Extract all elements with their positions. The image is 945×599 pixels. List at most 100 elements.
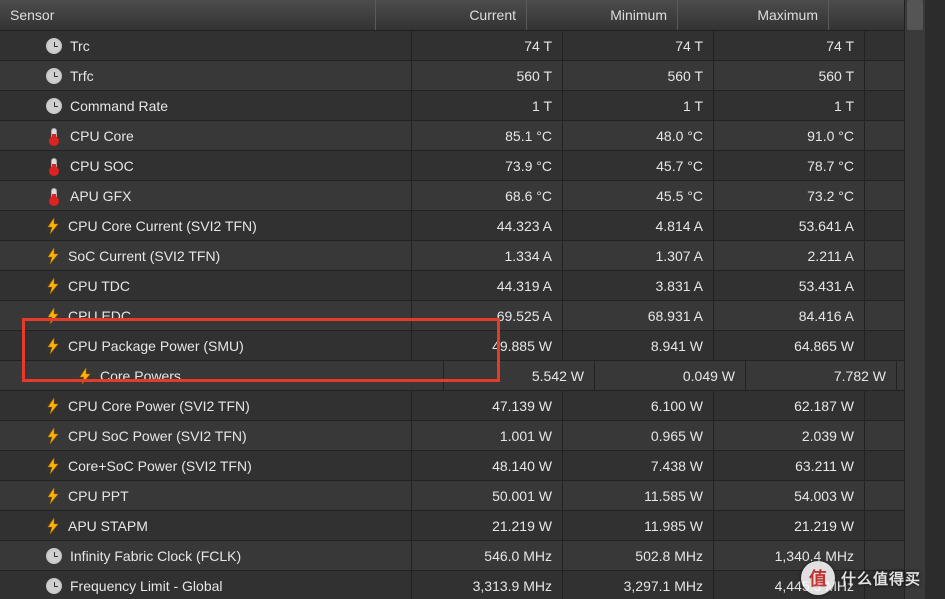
- cell-sensor: SoC Current (SVI2 TFN): [0, 241, 412, 270]
- cell-current: 546.0 MHz: [412, 541, 563, 570]
- bolt-icon: [46, 458, 60, 474]
- cell-maximum: 78.7 °C: [714, 151, 865, 180]
- cell-sensor: CPU SOC: [0, 151, 412, 180]
- cell-minimum: 8.941 W: [563, 331, 714, 360]
- cell-sensor: CPU SoC Power (SVI2 TFN): [0, 421, 412, 450]
- clock-icon: [46, 98, 62, 114]
- vertical-scrollbar[interactable]: [904, 0, 925, 599]
- table-row[interactable]: CPU Core Power (SVI2 TFN)47.139 W6.100 W…: [0, 391, 925, 421]
- table-row[interactable]: Core Powers5.542 W0.049 W7.782 W5.678 W: [0, 361, 925, 391]
- cell-maximum: 73.2 °C: [714, 181, 865, 210]
- table-row[interactable]: CPU PPT50.001 W11.585 W54.003 W50.091 W: [0, 481, 925, 511]
- bolt-icon: [46, 338, 60, 354]
- cell-current: 560 T: [412, 61, 563, 90]
- table-row[interactable]: Infinity Fabric Clock (FCLK)546.0 MHz502…: [0, 541, 925, 571]
- cell-current: 49.885 W: [412, 331, 563, 360]
- bolt-icon: [46, 428, 60, 444]
- table-row[interactable]: CPU TDC44.319 A3.831 A53.431 A44.632 A: [0, 271, 925, 301]
- sensor-label: Trc: [70, 38, 90, 54]
- table-row[interactable]: APU STAPM21.219 W11.985 W21.219 W16.927 …: [0, 511, 925, 541]
- cell-sensor: CPU Core Power (SVI2 TFN): [0, 391, 412, 420]
- sensor-label: CPU Package Power (SMU): [68, 338, 244, 354]
- cell-sensor: Trc: [0, 31, 412, 60]
- thermometer-icon: [51, 188, 57, 204]
- cell-sensor: CPU Core: [0, 121, 412, 150]
- cell-maximum: 74 T: [714, 31, 865, 60]
- cell-sensor: CPU Core Current (SVI2 TFN): [0, 211, 412, 240]
- cell-maximum: 91.0 °C: [714, 121, 865, 150]
- table-row[interactable]: Frequency Limit - Global 3,313.9 MHz3,297…: [0, 571, 925, 599]
- clock-icon: [46, 68, 62, 84]
- header-sensor[interactable]: Sensor: [0, 0, 376, 30]
- table-row[interactable]: CPU SOC73.9 °C45.7 °C78.7 °C74.3 °C: [0, 151, 925, 181]
- cell-minimum: 3,297.1 MHz: [563, 571, 714, 599]
- header-minimum[interactable]: Minimum: [527, 0, 678, 30]
- sensor-label: CPU SOC: [70, 158, 134, 174]
- cell-minimum: 3.831 A: [563, 271, 714, 300]
- cell-current: 73.9 °C: [412, 151, 563, 180]
- table-row[interactable]: SoC Current (SVI2 TFN)1.334 A1.307 A2.21…: [0, 241, 925, 271]
- cell-current: 85.1 °C: [412, 121, 563, 150]
- sensor-label: Trfc: [70, 68, 94, 84]
- sensor-label: SoC Current (SVI2 TFN): [68, 248, 220, 264]
- cell-maximum: 84.416 A: [714, 301, 865, 330]
- cell-minimum: 48.0 °C: [563, 121, 714, 150]
- cell-current: 48.140 W: [412, 451, 563, 480]
- table-row[interactable]: CPU Core85.1 °C48.0 °C91.0 °C85.9 °C: [0, 121, 925, 151]
- cell-maximum: 62.187 W: [714, 391, 865, 420]
- bolt-icon: [46, 218, 60, 234]
- table-row[interactable]: APU GFX68.6 °C45.5 °C73.2 °C69.0 °C: [0, 181, 925, 211]
- sensor-label: CPU Core Power (SVI2 TFN): [68, 398, 250, 414]
- cell-current: 1 T: [412, 91, 563, 120]
- cell-minimum: 560 T: [563, 61, 714, 90]
- thermometer-icon: [51, 128, 57, 144]
- cell-maximum: 53.641 A: [714, 211, 865, 240]
- cell-sensor: Infinity Fabric Clock (FCLK): [0, 541, 412, 570]
- cell-current: 68.6 °C: [412, 181, 563, 210]
- cell-maximum: 64.865 W: [714, 331, 865, 360]
- sensor-label: APU STAPM: [68, 518, 148, 534]
- cell-minimum: 45.5 °C: [563, 181, 714, 210]
- cell-maximum: 21.219 W: [714, 511, 865, 540]
- cell-minimum: 1 T: [563, 91, 714, 120]
- cell-minimum: 68.931 A: [563, 301, 714, 330]
- header-maximum[interactable]: Maximum: [678, 0, 829, 30]
- sensor-label: CPU PPT: [68, 488, 129, 504]
- cell-maximum: 560 T: [714, 61, 865, 90]
- cell-current: 1.334 A: [412, 241, 563, 270]
- cell-maximum: 7.782 W: [746, 361, 897, 390]
- sensor-label: Frequency Limit - Global: [70, 578, 223, 594]
- table-row[interactable]: CPU Core Current (SVI2 TFN)44.323 A4.814…: [0, 211, 925, 241]
- hwinfo-panel: Sensor Current Minimum Maximum Average T…: [0, 0, 925, 599]
- clock-icon: [46, 38, 62, 54]
- scroll-thumb[interactable]: [907, 0, 923, 30]
- sensor-label: CPU SoC Power (SVI2 TFN): [68, 428, 247, 444]
- sensor-label: Core Powers: [100, 368, 181, 384]
- header-current[interactable]: Current: [376, 0, 527, 30]
- bolt-icon: [46, 398, 60, 414]
- cell-minimum: 6.100 W: [563, 391, 714, 420]
- table-row[interactable]: CPU Package Power (SMU) 49.885 W8.941 W64…: [0, 331, 925, 361]
- table-row[interactable]: CPU EDC69.525 A68.931 A84.416 A71.912 A: [0, 301, 925, 331]
- watermark: 值 什么值得买: [801, 561, 921, 595]
- table-row[interactable]: Command Rate1 T1 T1 T: [0, 91, 925, 121]
- sensor-label: CPU TDC: [68, 278, 130, 294]
- table-row[interactable]: CPU SoC Power (SVI2 TFN)1.001 W0.965 W2.…: [0, 421, 925, 451]
- sensor-label: APU GFX: [70, 188, 131, 204]
- sensor-label: Infinity Fabric Clock (FCLK): [70, 548, 241, 564]
- table-row[interactable]: Core+SoC Power (SVI2 TFN)48.140 W7.438 W…: [0, 451, 925, 481]
- table-row[interactable]: Trc74 T74 T74 T: [0, 31, 925, 61]
- cell-current: 44.319 A: [412, 271, 563, 300]
- bolt-icon: [46, 278, 60, 294]
- cell-maximum: 54.003 W: [714, 481, 865, 510]
- cell-current: 3,313.9 MHz: [412, 571, 563, 599]
- cell-sensor: Frequency Limit - Global: [0, 571, 412, 599]
- bolt-icon: [46, 518, 60, 534]
- sensor-label: Command Rate: [70, 98, 168, 114]
- cell-minimum: 1.307 A: [563, 241, 714, 270]
- cell-current: 50.001 W: [412, 481, 563, 510]
- bolt-icon: [46, 248, 60, 264]
- cell-maximum: 63.211 W: [714, 451, 865, 480]
- table-row[interactable]: Trfc560 T560 T560 T: [0, 61, 925, 91]
- cell-minimum: 7.438 W: [563, 451, 714, 480]
